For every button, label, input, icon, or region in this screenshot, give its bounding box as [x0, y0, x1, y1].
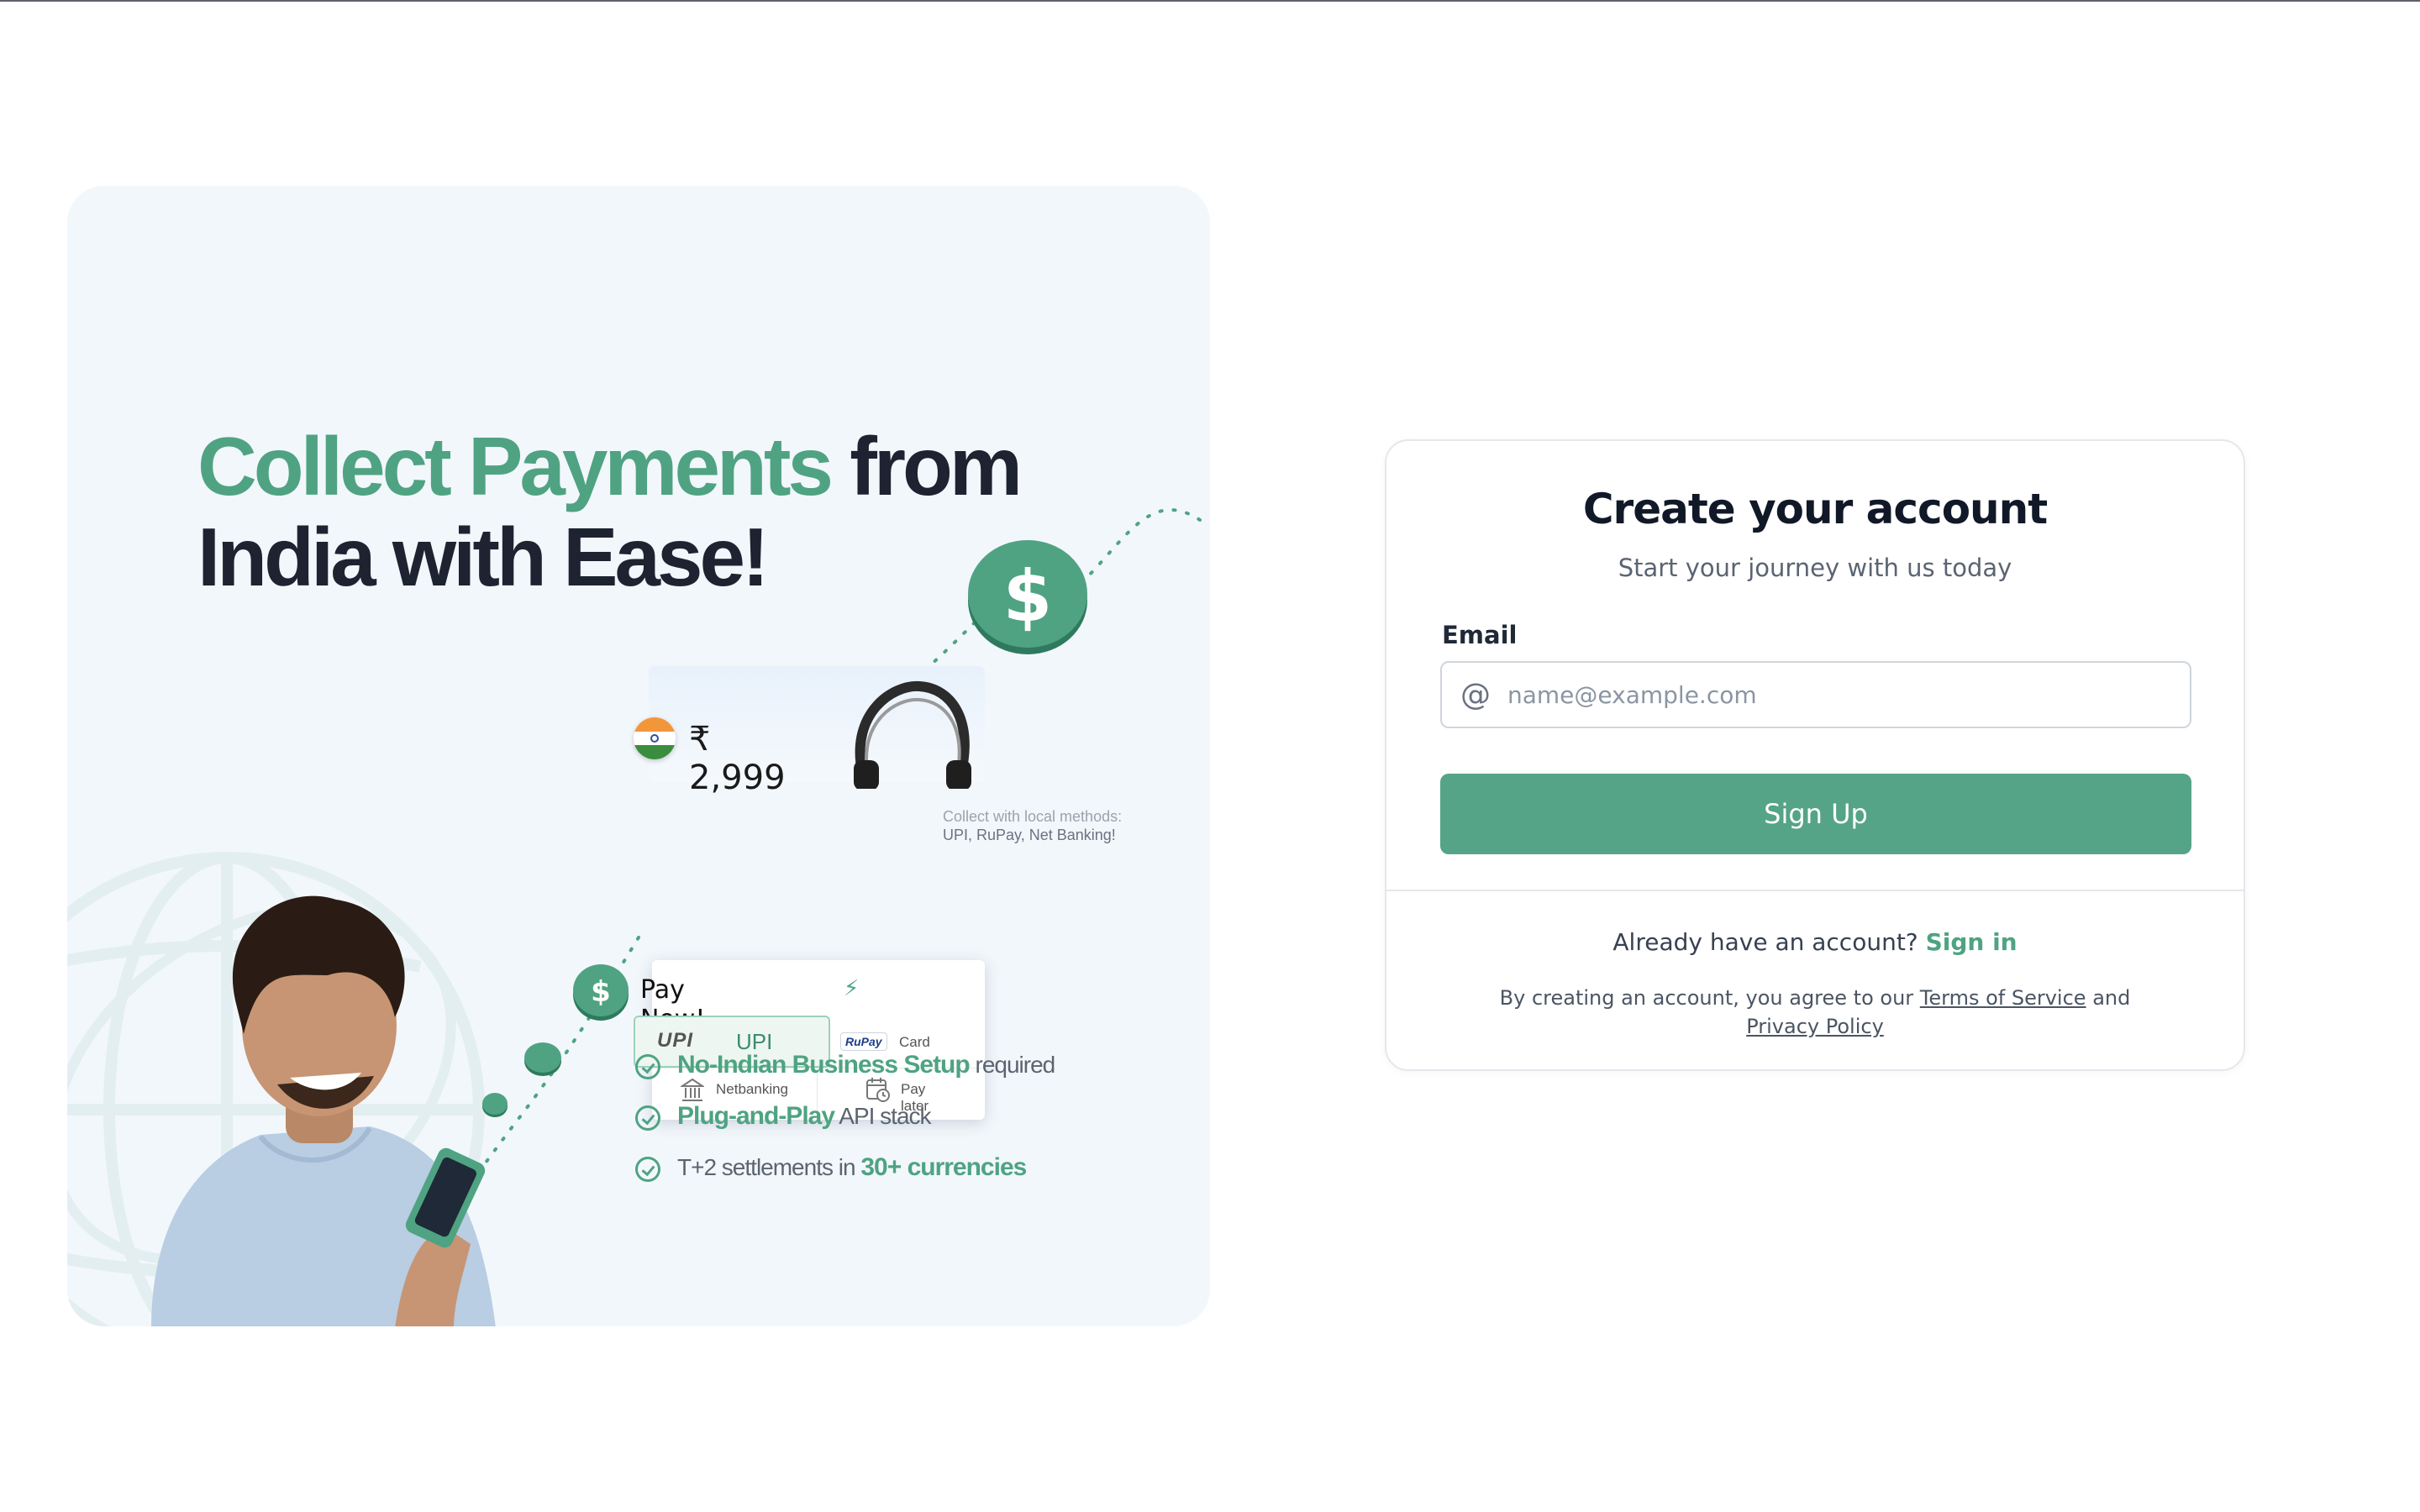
sign-in-link[interactable]: Sign in [1926, 928, 2018, 956]
page-title: Create your account [1582, 485, 2048, 533]
legal-prefix: By creating an account, you agree to our [1499, 986, 1920, 1010]
at-icon: @ [1460, 678, 1491, 712]
card-divider [1386, 890, 2244, 891]
check-circle-icon [635, 1054, 660, 1079]
have-account-text: Already have an account? Sign in [1386, 928, 2244, 956]
promo-panel: Collect Payments from India with Ease! $… [67, 186, 1210, 1326]
product-price: ₹ 2,999 [689, 720, 786, 797]
feature-highlight: 30+ currencies [860, 1153, 1027, 1181]
email-label: Email [1442, 621, 1518, 649]
upi-logo-icon: UPI [657, 1029, 694, 1052]
lightning-icon: ⚡ [844, 975, 860, 1000]
local-note-line2: UPI, RuPay, Net Banking! [943, 827, 1116, 843]
india-flag-icon [634, 717, 676, 759]
feature-text: Plug-and-Play API stack [677, 1102, 932, 1131]
email-field[interactable] [1507, 675, 2171, 715]
local-methods-note: Collect with local methods: UPI, RuPay, … [943, 807, 1122, 844]
check-circle-icon [635, 1105, 660, 1131]
feature-text: No-Indian Business Setup required [677, 1051, 1055, 1079]
feature-prefix: T+2 settlements in [677, 1154, 861, 1180]
card-method-label: Card [899, 1034, 930, 1050]
sign-up-button[interactable]: Sign Up [1440, 774, 2191, 854]
feature-text: T+2 settlements in 30+ currencies [677, 1153, 1027, 1182]
feature-highlight: Plug-and-Play [677, 1102, 835, 1130]
signup-card: Create your account Start your journey w… [1385, 439, 2245, 1071]
check-circle-icon [635, 1157, 660, 1182]
feature-suffix: required [969, 1052, 1055, 1078]
rupay-logo-icon: RuPay [840, 1032, 887, 1051]
netbanking-label: Netbanking [716, 1081, 789, 1097]
legal-text: By creating an account, you agree to our… [1386, 984, 2244, 1041]
person-with-phone-illustration [151, 895, 496, 1326]
feature-suffix: API stack [834, 1103, 931, 1129]
bank-icon [681, 1078, 704, 1101]
local-note-line1: Collect with local methods: [943, 808, 1123, 825]
privacy-policy-link[interactable]: Privacy Policy [1746, 1015, 1884, 1038]
svg-text:$: $ [1003, 555, 1052, 638]
svg-text:$: $ [591, 975, 611, 1009]
terms-of-service-link[interactable]: Terms of Service [1920, 986, 2086, 1010]
window-top-border [0, 0, 2420, 2]
page-subtitle: Start your journey with us today [1618, 554, 2012, 582]
have-account-label: Already have an account? [1612, 928, 1918, 956]
email-field-container[interactable]: @ [1440, 661, 2191, 728]
headphones-icon [854, 680, 971, 789]
calendar-clock-icon [866, 1078, 890, 1102]
dollar-coin-icon: $ [968, 540, 1087, 654]
small-coin-icon: $ [573, 964, 629, 1021]
feature-highlight: No-Indian Business Setup [677, 1051, 971, 1079]
legal-and: and [2086, 986, 2131, 1010]
